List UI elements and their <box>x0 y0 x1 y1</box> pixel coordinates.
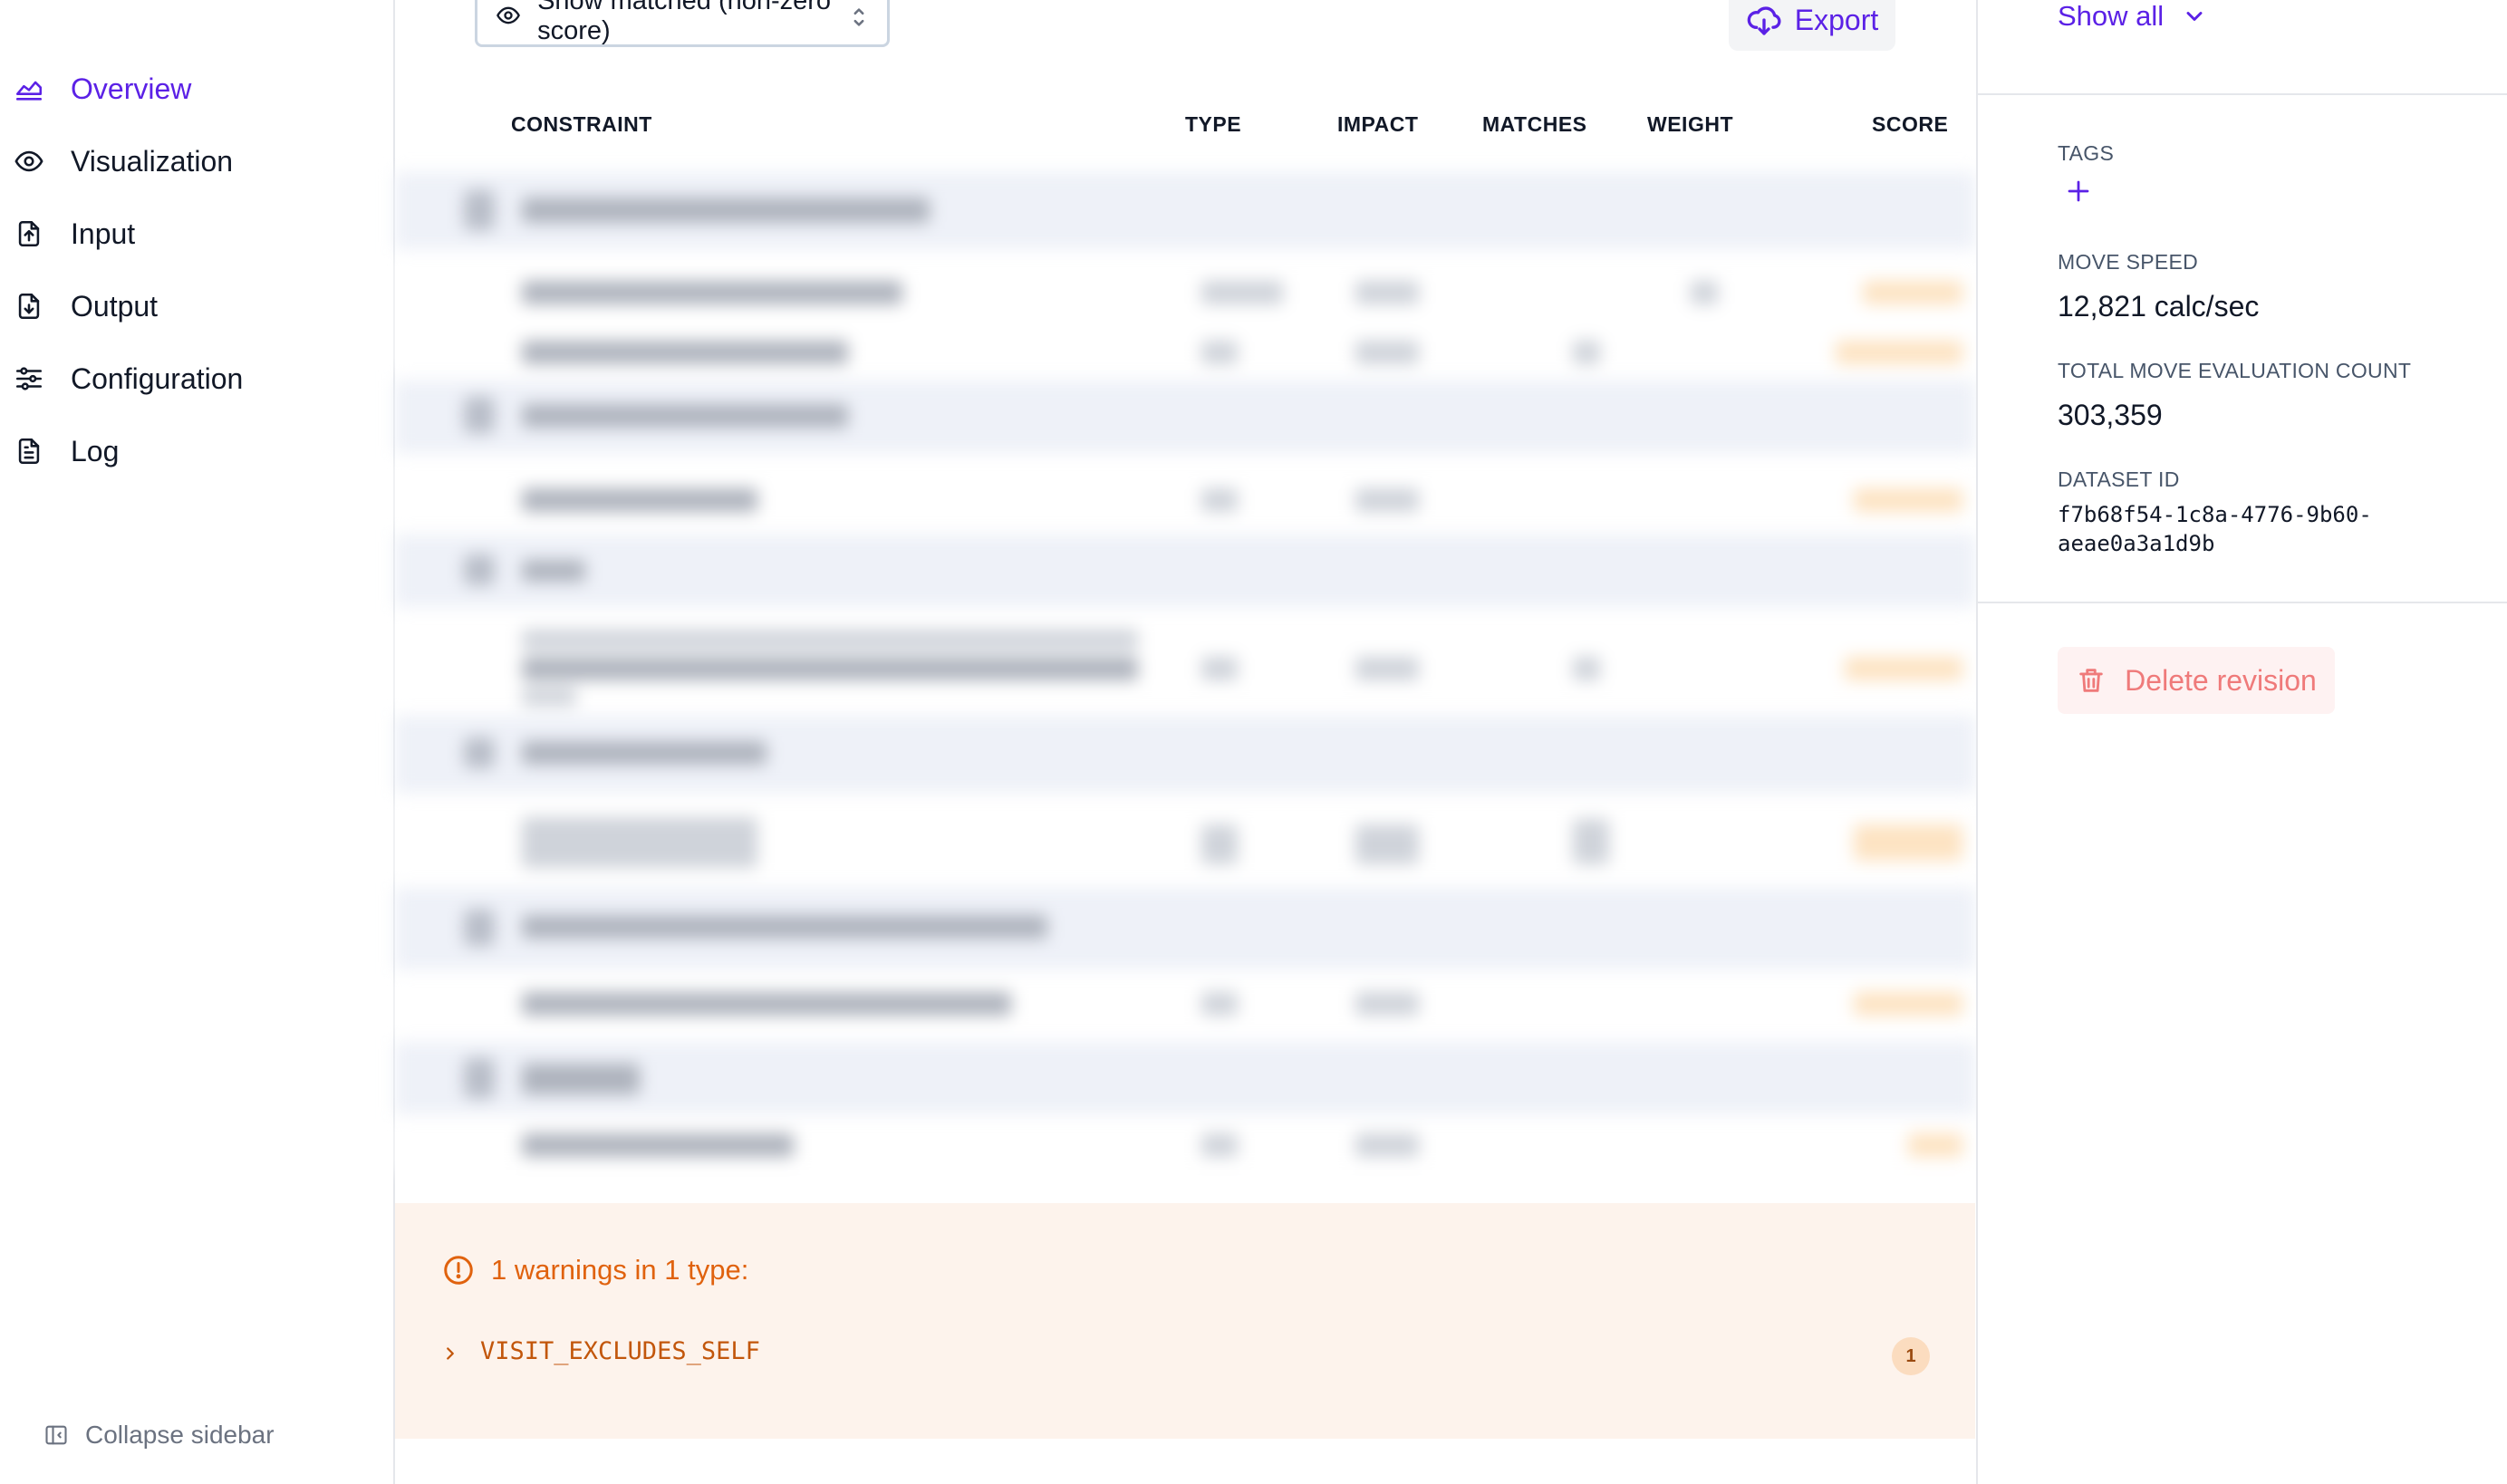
warning-item-name: VISIT_EXCLUDES_SELF <box>480 1337 760 1365</box>
constraint-group-row <box>395 381 1975 453</box>
constraint-group-row <box>395 716 1975 793</box>
sidebar-item-input[interactable]: Input <box>13 207 135 261</box>
sidebar-item-label: Log <box>71 434 120 467</box>
collapse-sidebar-button[interactable]: Collapse sidebar <box>43 1421 275 1450</box>
export-button[interactable]: Export <box>1729 0 1895 51</box>
column-header-type[interactable]: TYPE <box>1185 112 1241 137</box>
column-header-matches[interactable]: MATCHES <box>1482 112 1587 137</box>
show-all-button[interactable]: Show all <box>2058 0 2207 33</box>
document-icon <box>13 435 45 467</box>
details-panel: Show all TAGS MOVE SPEED 12,821 calc/sec… <box>1976 0 2507 1484</box>
sidebar-item-label: Visualization <box>71 144 234 178</box>
sidebar-item-output[interactable]: Output <box>13 279 158 333</box>
warnings-title: 1 warnings in 1 type: <box>442 1254 748 1286</box>
sidebar-item-label: Configuration <box>71 361 244 395</box>
chevron-down-icon <box>2182 4 2207 29</box>
warnings-title-text: 1 warnings in 1 type: <box>491 1254 749 1286</box>
sliders-icon <box>13 362 45 395</box>
total-move-count-value: 303,359 <box>2058 399 2163 431</box>
file-download-icon <box>13 290 45 323</box>
dataset-id-label: DATASET ID <box>2058 467 2180 491</box>
column-header-score[interactable]: SCORE <box>1872 112 1948 137</box>
sidebar-item-configuration[interactable]: Configuration <box>13 352 243 406</box>
column-header-impact[interactable]: IMPACT <box>1337 112 1418 137</box>
chart-icon <box>13 72 45 105</box>
column-header-weight[interactable]: WEIGHT <box>1647 112 1733 137</box>
divider <box>1978 602 2507 603</box>
constraint-row <box>395 458 1975 530</box>
warning-count-badge: 1 <box>1892 1337 1930 1375</box>
constraint-group-row <box>395 172 1975 249</box>
file-upload-icon <box>13 217 45 250</box>
divider <box>1978 93 2507 95</box>
sidebar-item-visualization[interactable]: Visualization <box>13 134 233 188</box>
eye-icon <box>496 3 521 30</box>
tags-label: TAGS <box>2058 141 2115 165</box>
delete-revision-button[interactable]: Delete revision <box>2058 647 2335 714</box>
dataset-id-value: f7b68f54-1c8a-4776-9b60-aeae0a3a1d9b <box>2058 502 2372 556</box>
main-content: Show matched (non-zero score) Export CON… <box>395 0 1975 1484</box>
eye-icon <box>13 145 45 178</box>
add-tag-icon[interactable] <box>2065 178 2092 205</box>
sidebar-item-label: Input <box>71 217 136 250</box>
filter-select-value: Show matched (non-zero score) <box>537 0 832 45</box>
warnings-panel: 1 warnings in 1 type: VISIT_EXCLUDES_SEL… <box>395 1203 1975 1439</box>
chevron-up-down-icon <box>851 5 867 30</box>
constraint-group-row <box>395 1042 1975 1114</box>
move-speed-label: MOVE SPEED <box>2058 250 2199 274</box>
delete-revision-label: Delete revision <box>2125 663 2317 697</box>
sidebar-item-overview[interactable]: Overview <box>13 62 191 116</box>
constraint-row <box>395 1119 1975 1173</box>
chevron-right-icon <box>440 1342 460 1362</box>
cloud-download-icon <box>1746 2 1782 38</box>
export-label: Export <box>1794 3 1879 36</box>
total-move-count-label: TOTAL MOVE EVALUATION COUNT <box>2058 359 2412 382</box>
sidebar-item-label: Overview <box>71 72 192 105</box>
constraint-row <box>395 974 1975 1037</box>
sidebar-item-log[interactable]: Log <box>13 424 119 478</box>
sidebar-collapse-icon <box>43 1422 69 1448</box>
alert-circle-icon <box>442 1254 475 1286</box>
constraint-row <box>395 254 1975 371</box>
move-speed-value: 12,821 calc/sec <box>2058 290 2260 323</box>
constraint-group-row <box>395 535 1975 607</box>
collapse-sidebar-label: Collapse sidebar <box>85 1421 275 1449</box>
sidebar-item-label: Output <box>71 289 159 323</box>
column-header-constraint[interactable]: CONSTRAINT <box>511 112 652 137</box>
filter-select[interactable]: Show matched (non-zero score) <box>475 0 890 47</box>
sidebar: Overview Visualization Input Output Conf… <box>0 0 395 1484</box>
constraint-table-body <box>395 149 1975 1173</box>
constraint-row <box>395 797 1975 883</box>
show-all-label: Show all <box>2058 0 2165 32</box>
constraint-row <box>395 612 1975 711</box>
warning-item-toggle[interactable]: VISIT_EXCLUDES_SELF <box>440 1337 760 1365</box>
trash-icon <box>2076 664 2107 697</box>
constraint-group-row <box>395 888 1975 969</box>
